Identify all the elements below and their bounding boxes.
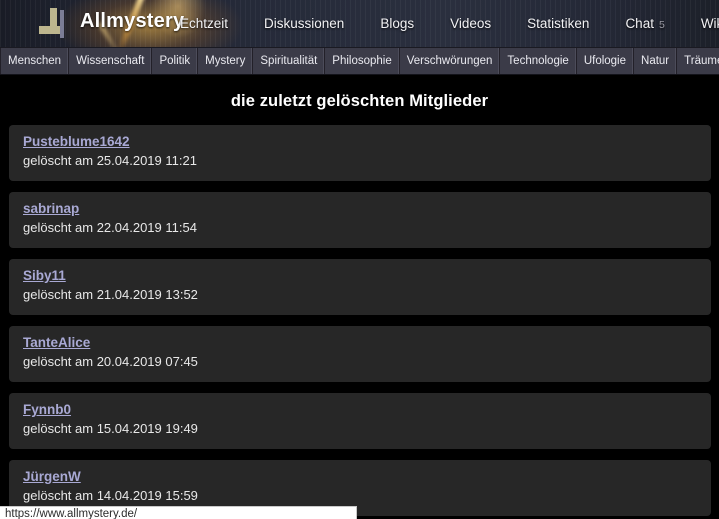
browser-status-bar: https://www.allmystery.de/	[0, 506, 357, 519]
category-label: Natur	[641, 55, 670, 67]
category-spiritualität[interactable]: Spiritualität	[253, 48, 326, 74]
nav-item-statistiken[interactable]: Statistiken	[527, 16, 589, 31]
allmystery-logo-icon[interactable]	[38, 8, 72, 40]
nav-item-badge: 5	[658, 19, 665, 31]
category-label: Menschen	[8, 55, 62, 67]
category-wissenschaft[interactable]: Wissenschaft	[69, 48, 153, 74]
category-label: Technologie	[507, 55, 569, 67]
page-title: die zuletzt gelöschten Mitglieder	[230, 92, 489, 110]
member-deleted-date: gelöscht am 14.04.2019 15:59	[23, 488, 198, 503]
member-name-link[interactable]: Fynnb0	[23, 401, 71, 419]
nav-item-label: Echtzeit	[180, 16, 229, 31]
category-verschwörungen[interactable]: Verschwörungen	[400, 48, 501, 74]
category-politik[interactable]: Politik	[152, 48, 199, 74]
member-name-link[interactable]: Siby11	[23, 267, 66, 285]
member-name-link[interactable]: sabrinap	[23, 200, 79, 218]
category-label: Politik	[159, 55, 191, 67]
nav-item-label: Videos	[450, 16, 492, 31]
category-label: Träume	[684, 55, 719, 67]
category-label: Wissenschaft	[76, 55, 145, 67]
member-card: Pusteblume1642 gelöscht am 25.04.2019 11:…	[9, 125, 711, 181]
member-name-link[interactable]: JürgenW	[23, 468, 81, 486]
deleted-members-list: Pusteblume1642 gelöscht am 25.04.2019 11:…	[0, 125, 719, 516]
member-card: Siby11 gelöscht am 21.04.2019 13:52	[9, 259, 711, 315]
primary-navigation: Echtzeit Diskussionen Blogs Videos Statistik…	[180, 0, 719, 47]
logo-bar-accent	[60, 10, 64, 38]
nav-item-label: Chat	[625, 16, 654, 31]
member-card: TanteAlice gelöscht am 20.04.2019 07:45	[9, 326, 711, 382]
category-träume[interactable]: Träume	[677, 48, 719, 74]
category-technologie[interactable]: Technologie	[500, 48, 577, 74]
category-label: Verschwörungen	[406, 55, 493, 67]
category-menschen[interactable]: Menschen	[0, 48, 70, 74]
nav-item-videos[interactable]: Videos	[450, 16, 491, 31]
category-label: Ufologie	[583, 55, 627, 67]
site-logo-text[interactable]: Allmystery	[80, 10, 184, 33]
nav-item-chat[interactable]: Chat 5	[625, 16, 664, 31]
nav-item-label: Blogs	[380, 16, 415, 31]
category-natur[interactable]: Natur	[634, 48, 678, 74]
category-label: Spiritualität	[260, 55, 318, 67]
status-bar-url: https://www.allmystery.de/	[5, 508, 138, 519]
member-name-link[interactable]: TanteAlice	[23, 334, 90, 352]
nav-item-blogs[interactable]: Blogs	[380, 16, 414, 31]
nav-item-label: Wiki	[700, 16, 719, 31]
category-label: Philosophie	[332, 55, 392, 67]
member-name-link[interactable]: Pusteblume1642	[23, 133, 130, 151]
nav-item-label: Diskussionen	[264, 16, 345, 31]
member-deleted-date: gelöscht am 20.04.2019 07:45	[23, 354, 198, 369]
nav-item-label: Statistiken	[527, 16, 590, 31]
logo-bar-horizontal	[39, 26, 61, 34]
category-mystery[interactable]: Mystery	[198, 48, 254, 74]
nav-item-wiki[interactable]: Wiki	[701, 16, 719, 31]
category-label: Mystery	[205, 55, 246, 67]
member-card: sabrinap gelöscht am 22.04.2019 11:54	[9, 192, 711, 248]
member-card: Fynnb0 gelöscht am 15.04.2019 19:49	[9, 393, 711, 449]
member-deleted-date: gelöscht am 21.04.2019 13:52	[23, 287, 198, 302]
category-navigation: Menschen Wissenschaft Politik Mystery Spirit…	[0, 47, 719, 75]
nav-item-diskussionen[interactable]: Diskussionen	[264, 16, 344, 31]
page-body: die zuletzt gelöschten Mitglieder Pusteb…	[0, 75, 719, 519]
category-philosophie[interactable]: Philosophie	[325, 48, 400, 74]
member-deleted-date: gelöscht am 25.04.2019 11:21	[23, 153, 197, 168]
category-ufologie[interactable]: Ufologie	[577, 48, 635, 74]
member-deleted-date: gelöscht am 22.04.2019 11:54	[23, 220, 197, 235]
site-header: Allmystery Echtzeit Diskussionen Blogs Vide…	[0, 0, 719, 47]
member-deleted-date: gelöscht am 15.04.2019 19:49	[23, 421, 198, 436]
nav-item-echtzeit[interactable]: Echtzeit	[180, 16, 228, 31]
